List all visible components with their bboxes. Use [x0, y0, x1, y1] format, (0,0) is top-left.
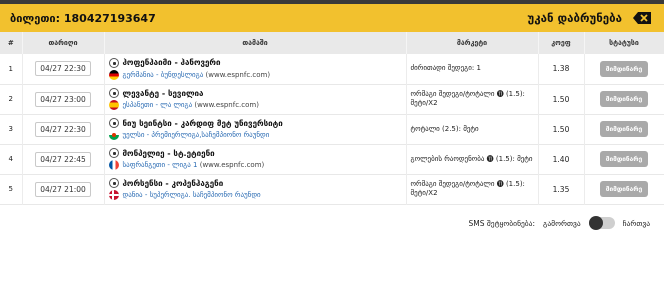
status-button[interactable]: მიმდინარე [599, 151, 649, 167]
sms-off-label[interactable]: გამორთვა [543, 219, 581, 228]
table-row: 4 04/27 22:45 მონპელიე - სტ.ეტიენი საფრა… [0, 144, 664, 174]
market-text: გოლების რაოდენობა ⓫ (1.5): მეტი [406, 144, 539, 174]
odds-value: 1.38 [538, 54, 585, 84]
event-cell: ჰოფენჰაიმი - ჰანოვერი გერმანია - ბუნდესლ… [104, 54, 407, 84]
match-title: ჰოფენჰაიმი - ჰანოვერი [122, 58, 221, 68]
ticket-number: 180427193647 [63, 11, 156, 25]
date-box: 04/27 21:00 [35, 181, 91, 197]
league-site: (www.espnfc.com) [194, 101, 259, 109]
soccer-ball-icon [108, 148, 119, 158]
france-flag-icon [108, 160, 119, 170]
event-cell: ნიუ სეინტსი - კარდიფ მეტ უნივერსიტი უელს… [104, 114, 407, 144]
sms-notifications: SMS შეტყობინება: გამორთვა ჩართვა [468, 216, 650, 230]
sms-label: SMS შეტყობინება: [468, 218, 536, 228]
ticket-info: ბილეთი: 180427193647 [10, 12, 156, 25]
match-title: ლევანტე - სევილია [122, 88, 204, 98]
match-title: მონპელიე - სტ.ეტიენი [122, 148, 215, 158]
soccer-ball-icon [108, 118, 119, 128]
market-text: ძირითადი შედეგი: 1 [406, 54, 539, 84]
back-label: უკან დაბრუნება [527, 11, 622, 25]
spain-flag-icon [108, 100, 119, 110]
row-num: 1 [0, 54, 23, 84]
odds-value: 1.50 [538, 114, 585, 144]
row-num: 3 [0, 114, 23, 144]
row-num: 5 [0, 174, 23, 204]
odds-value: 1.40 [538, 144, 585, 174]
denmark-flag-icon [108, 190, 119, 200]
col-header-market: მარკეტი [406, 32, 539, 54]
row-num: 4 [0, 144, 23, 174]
status-button[interactable]: მიმდინარე [599, 60, 649, 77]
soccer-ball-icon [108, 57, 119, 68]
table-row: 3 04/27 22:30 ნიუ სეინტსი - კარდიფ მეტ უ… [0, 114, 664, 144]
date-box: 04/27 22:30 [35, 121, 91, 137]
bets-table: # თარიღი თამაში მარკეტი კოეფ სტატუსი 1 0… [0, 32, 664, 205]
backspace-icon[interactable] [632, 11, 652, 25]
league-link[interactable]: უელსი - პრემიერლიგა,საჩემპიონო რაუნდი [123, 131, 270, 139]
col-header-odds: კოეფ [538, 32, 585, 54]
table-header-row: # თარიღი თამაში მარკეტი კოეფ სტატუსი [0, 32, 664, 54]
event-cell: ლევანტე - სევილია ესპანეთი - ლა ლიგა (ww… [104, 84, 407, 114]
col-header-num: # [0, 32, 23, 54]
league-link[interactable]: დანია - სუპერლიგა. საჩემპიონო რაუნდი [123, 191, 261, 199]
back-button[interactable]: უკან დაბრუნება [527, 11, 652, 25]
sms-toggle[interactable] [588, 216, 615, 230]
event-cell: მონპელიე - სტ.ეტიენი საფრანგეთი - ლიგა 1… [104, 144, 407, 174]
odds-value: 1.35 [538, 174, 585, 204]
soccer-ball-icon [108, 88, 119, 98]
table-row: 5 04/27 21:00 ჰორსენსი - კოპენჰაგენი დან… [0, 174, 664, 204]
league-link[interactable]: გერმანია - ბუნდესლიგა [123, 71, 204, 79]
league-link[interactable]: საფრანგეთი - ლიგა 1 [123, 161, 198, 169]
event-cell: ჰორსენსი - კოპენჰაგენი დანია - სუპერლიგა… [104, 174, 407, 204]
date-box: 04/27 22:30 [35, 61, 91, 77]
status-button[interactable]: მიმდინარე [599, 181, 649, 197]
match-title: ჰორსენსი - კოპენჰაგენი [122, 178, 224, 188]
league-link[interactable]: ესპანეთი - ლა ლიგა [123, 101, 193, 109]
germany-flag-icon [108, 69, 119, 80]
soccer-ball-icon [108, 178, 119, 188]
league-site: (www.espnfc.com) [205, 70, 271, 79]
date-box: 04/27 22:45 [35, 151, 91, 167]
status-button[interactable]: მიმდინარე [599, 121, 649, 137]
table-row: 1 04/27 22:30 ჰოფენჰაიმი - ჰანოვერი გერმ… [0, 54, 664, 84]
col-header-match: თამაში [104, 32, 407, 54]
ticket-header: ბილეთი: 180427193647 უკან დაბრუნება [0, 4, 664, 32]
league-site: (www.espnfc.com) [199, 161, 265, 169]
sms-on-label[interactable]: ჩართვა [623, 219, 650, 228]
col-header-status: სტატუსი [584, 32, 664, 54]
market-text: ორმაგი შედეგი/ტოტალი ⓫ (1.5): მეტი/X2 [406, 84, 539, 114]
market-text: ტოტალი (2.5): მეტი [406, 114, 539, 144]
market-text: ორმაგი შედეგი/ტოტალი ⓫ (1.5): მეტი/X2 [406, 174, 539, 204]
col-header-date: თარიღი [22, 32, 105, 54]
odds-value: 1.50 [538, 84, 585, 114]
toggle-knob[interactable] [588, 216, 603, 230]
ticket-label: ბილეთი: [10, 11, 61, 25]
date-box: 04/27 23:00 [35, 91, 91, 107]
status-button[interactable]: მიმდინარე [599, 91, 649, 107]
match-title: ნიუ სეინტსი - კარდიფ მეტ უნივერსიტი [122, 118, 283, 128]
table-row: 2 04/27 23:00 ლევანტე - სევილია ესპანეთი… [0, 84, 664, 114]
row-num: 2 [0, 84, 23, 114]
wales-flag-icon [108, 130, 119, 140]
